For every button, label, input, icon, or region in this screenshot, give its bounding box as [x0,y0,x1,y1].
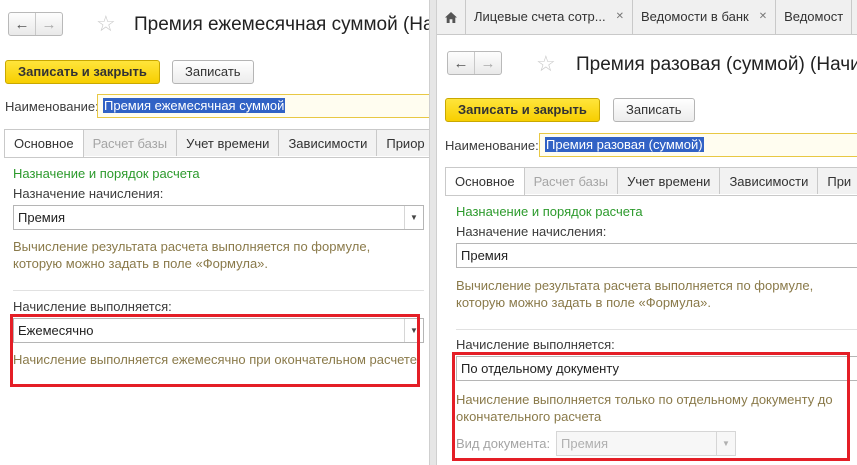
back-arrow-icon[interactable]: ← [448,52,474,74]
tab-bank-statements-label: Ведомости в банк [641,9,749,24]
purpose-label: Назначение начисления: [456,224,607,239]
tab-dependencies[interactable]: Зависимости [278,129,378,156]
nav-buttons: ← → [8,12,63,36]
forward-arrow-icon[interactable]: → [35,13,62,35]
page-title: Премия ежемесячная суммой (На [134,14,430,35]
tab-priority[interactable]: При [817,167,857,194]
save-and-close-button[interactable]: Записать и закрыть [445,98,600,122]
purpose-label: Назначение начисления: [13,186,164,201]
page-title: Премия разовая (суммой) (Начи [576,54,857,75]
execution-label: Начисление выполняется: [456,337,615,352]
separator [456,329,857,330]
form-tabs: Основное Расчет базы Учет времени Зависи… [445,167,857,196]
save-button[interactable]: Записать [613,98,695,122]
tab-time-tracking[interactable]: Учет времени [176,129,280,156]
separator [13,290,424,291]
tab-personal-accounts-label: Лицевые счета сотр... [474,9,606,24]
tab-priority[interactable]: Приор [376,129,430,156]
star-icon[interactable]: ☆ [96,11,116,37]
dropdown-arrow-icon[interactable]: ▼ [404,206,423,229]
back-arrow-icon[interactable]: ← [9,13,35,35]
name-input-value: Премия разовая (суммой) [545,137,704,152]
close-icon[interactable]: ✕ [616,0,624,34]
purpose-select[interactable]: Премия ▼ [13,205,424,230]
section-tabs-bar: Лицевые счета сотр... ✕ Ведомости в банк… [437,0,857,35]
tab-main[interactable]: Основное [4,129,84,158]
tab-personal-accounts[interactable]: Лицевые счета сотр... ✕ [466,0,633,34]
tab-divider [445,195,857,196]
purpose-value: Премия [18,210,66,225]
home-tab[interactable] [437,0,466,34]
purpose-select[interactable]: Премия [456,243,857,268]
section-title: Назначение и порядок расчета [13,166,200,181]
execution-label: Начисление выполняется: [13,299,172,314]
close-icon[interactable]: ✕ [759,0,767,34]
nav-buttons: ← → [447,51,502,75]
purpose-value: Премия [461,248,509,263]
tab-time-tracking[interactable]: Учет времени [617,167,721,194]
tab-main[interactable]: Основное [445,167,525,196]
name-input-value: Премия ежемесячная суммой [103,98,286,113]
formula-note: Вычисление результата расчета выполняетс… [13,239,371,271]
forward-arrow-icon[interactable]: → [474,52,501,74]
home-icon [445,11,457,23]
tab-base-calc[interactable]: Расчет базы [82,129,178,156]
name-input[interactable]: Премия разовая (суммой) [539,133,857,157]
star-icon[interactable]: ☆ [536,51,556,77]
right-form-window: Лицевые счета сотр... ✕ Ведомости в банк… [437,0,857,465]
tab-divider [4,157,430,158]
highlight-box [452,352,850,461]
save-button[interactable]: Записать [172,60,254,84]
tab-bank-statements[interactable]: Ведомости в банк ✕ [633,0,777,34]
formula-note: Вычисление результата расчета выполняетс… [456,278,814,310]
name-label: Наименование: [5,99,99,114]
name-input[interactable]: Премия ежемесячная суммой [97,94,430,118]
window-divider [429,0,437,465]
tab-statements-label: Ведомост [784,9,844,24]
tab-base-calc[interactable]: Расчет базы [523,167,619,194]
highlight-box [10,314,420,387]
tab-statements[interactable]: Ведомост [776,0,853,34]
form-tabs: Основное Расчет базы Учет времени Зависи… [4,129,430,158]
save-and-close-button[interactable]: Записать и закрыть [5,60,160,84]
section-title: Назначение и порядок расчета [456,204,643,219]
left-form-window: ← → ☆ Премия ежемесячная суммой (На Запи… [0,0,430,465]
tab-dependencies[interactable]: Зависимости [719,167,819,194]
name-label: Наименование: [445,138,539,153]
